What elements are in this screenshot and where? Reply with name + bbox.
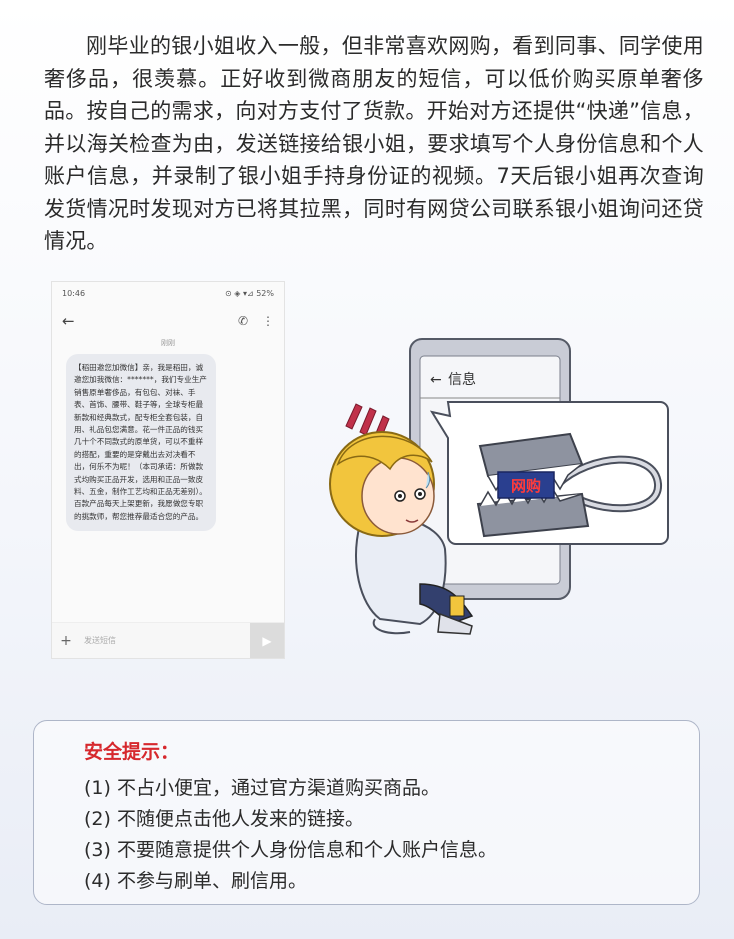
cartoon-back-arrow-icon: ← bbox=[430, 372, 442, 388]
status-bar: 10:46 ⊙ ◈ ▾⊿ 52% bbox=[52, 282, 284, 304]
status-icons: ⊙ ◈ ▾⊿ 52% bbox=[225, 288, 274, 298]
safety-tips-title: 安全提示： bbox=[84, 741, 180, 763]
message-time-tag: 刚刚 bbox=[161, 339, 175, 347]
sms-message-bubble: 【稻田邀您加微信】亲，我是稻田，诚邀您加我微信：*******，我们专业生产销售… bbox=[66, 354, 216, 532]
sms-input[interactable]: 发送短信 bbox=[80, 635, 250, 646]
status-time: 10:46 bbox=[62, 288, 86, 298]
back-arrow-icon[interactable]: ← bbox=[62, 312, 75, 330]
safety-tip-4: (4) 不参与刷单、刷信用。 bbox=[84, 870, 307, 892]
cartoon-screen-title: 信息 bbox=[448, 371, 476, 388]
sms-screenshot: 10:46 ⊙ ◈ ▾⊿ 52% ← ✆ ⋮ 刚刚 【稻田邀您加微信】亲，我是稻… bbox=[51, 281, 285, 659]
trap-label: 网购 bbox=[511, 477, 541, 495]
safety-tips-box: 安全提示： (1) 不占小便宜，通过官方渠道购买商品。 (2) 不随便点击他人发… bbox=[33, 720, 700, 905]
safety-tip-2: (2) 不随便点击他人发来的链接。 bbox=[84, 808, 364, 830]
compose-bar: + 发送短信 ▶ bbox=[52, 622, 284, 658]
send-button[interactable]: ▶ bbox=[250, 622, 284, 658]
attach-plus-icon[interactable]: + bbox=[52, 633, 80, 649]
sms-top-bar: ← ✆ ⋮ bbox=[52, 304, 284, 338]
story-paragraph: 刚毕业的银小姐收入一般，但非常喜欢网购，看到同事、同学使用奢侈品，很羡慕。正好收… bbox=[44, 34, 704, 253]
safety-tip-1: (1) 不占小便宜，通过官方渠道购买商品。 bbox=[84, 777, 440, 799]
scam-illustration: ← 信息 网购 bbox=[329, 338, 669, 635]
more-menu-icon[interactable]: ⋮ bbox=[262, 314, 274, 328]
phone-call-icon[interactable]: ✆ bbox=[238, 314, 248, 328]
safety-tip-3: (3) 不要随意提供个人身份信息和个人账户信息。 bbox=[84, 839, 497, 861]
